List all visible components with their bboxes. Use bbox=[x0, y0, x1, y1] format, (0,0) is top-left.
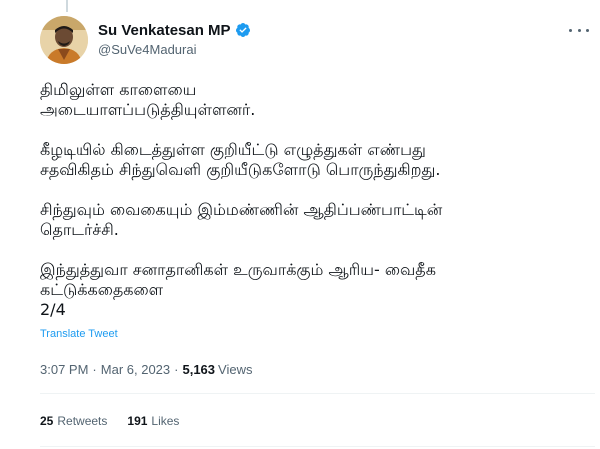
avatar[interactable] bbox=[40, 16, 88, 64]
likes-label: Likes bbox=[151, 414, 180, 428]
retweets-stat[interactable]: 25 Retweets bbox=[40, 414, 107, 428]
tweet-date[interactable]: Mar 6, 2023 bbox=[101, 362, 170, 377]
tweet-paragraph: கீழடியில் கிடைத்துள்ள குறியீட்டு எழுத்து… bbox=[40, 140, 441, 179]
translate-tweet-link[interactable]: Translate Tweet bbox=[40, 328, 118, 340]
engagement-stats: 25 Retweets 191 Likes bbox=[40, 414, 199, 428]
meta-separator: · bbox=[92, 362, 97, 377]
author-handle[interactable]: @SuVe4Madurai bbox=[98, 42, 251, 59]
tweet-text: திமிலுள்ள காளையை அடையாளப்படுத்தியுள்ளனர்… bbox=[40, 80, 580, 320]
tweet-paragraph: சிந்துவும் வைகையும் இம்மண்ணின் ஆதிப்பண்ப… bbox=[40, 200, 443, 239]
views-count: 5,163 bbox=[182, 362, 216, 377]
author-block: Su Venkatesan MP @SuVe4Madurai bbox=[98, 20, 251, 59]
tweet-paragraph: இந்துத்துவா சனாதானிகள் உருவாக்கும் ஆரிய-… bbox=[40, 260, 436, 319]
divider bbox=[40, 446, 595, 447]
tweet-time[interactable]: 3:07 PM bbox=[40, 362, 88, 377]
meta-separator: · bbox=[174, 362, 179, 377]
divider bbox=[40, 393, 595, 394]
tweet-header: Su Venkatesan MP @SuVe4Madurai bbox=[40, 16, 595, 68]
verified-badge-icon bbox=[235, 22, 251, 38]
likes-count: 191 bbox=[127, 414, 148, 428]
thread-connector-line bbox=[66, 0, 68, 12]
author-display-name[interactable]: Su Venkatesan MP bbox=[98, 22, 231, 39]
retweets-label: Retweets bbox=[57, 414, 108, 428]
likes-stat[interactable]: 191 Likes bbox=[127, 414, 179, 428]
tweet-paragraph: திமிலுள்ள காளையை அடையாளப்படுத்தியுள்ளனர்… bbox=[40, 80, 256, 119]
more-options-icon[interactable] bbox=[569, 24, 589, 36]
retweets-count: 25 bbox=[40, 414, 54, 428]
views-label: Views bbox=[218, 362, 253, 377]
tweet-meta: 3:07 PM · Mar 6, 2023 · 5,163 Views bbox=[40, 362, 252, 377]
